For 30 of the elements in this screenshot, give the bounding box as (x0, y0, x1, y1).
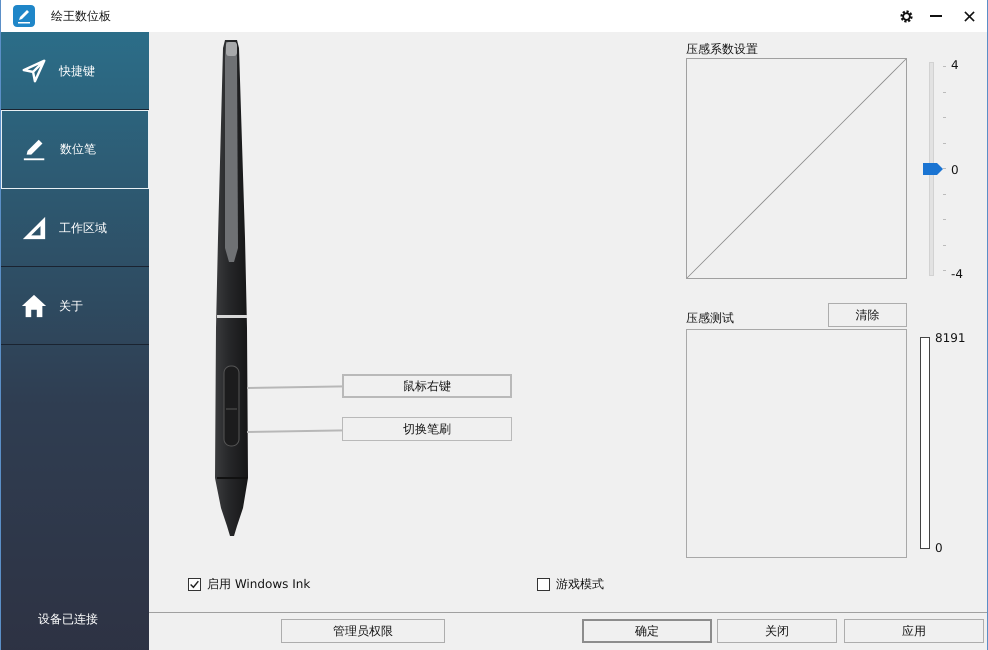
checkbox-label: 游戏模式 (556, 576, 604, 593)
sidebar-item[interactable]: 数位笔 (1, 110, 149, 189)
sidebar-item[interactable]: 工作区域 (1, 189, 149, 267)
dialog-button[interactable]: 关闭 (717, 619, 837, 643)
sidebar-item[interactable]: 快捷键 (1, 32, 149, 110)
scale-label: 0 (951, 162, 960, 176)
checkbox-label: 启用 Windows Ink (207, 576, 310, 593)
scale-label: -4 (951, 267, 963, 281)
window-title: 绘王数位板 (51, 8, 111, 24)
app-pen-icon (13, 5, 35, 27)
sidebar-item[interactable]: 关于 (1, 267, 149, 345)
dialog-button[interactable]: 管理员权限 (281, 619, 445, 643)
slider-thumb[interactable] (923, 163, 943, 175)
section-title: 压感测试 (686, 310, 734, 327)
checkbox[interactable] (188, 578, 201, 591)
scale-label: 4 (951, 58, 960, 72)
home-icon (21, 293, 47, 319)
checkbox[interactable] (537, 578, 550, 591)
scale-label: 0 (935, 541, 944, 555)
scale-label: 8191 (935, 331, 966, 345)
close-icon[interactable] (964, 10, 975, 22)
dialog-button[interactable]: 确定 (582, 619, 712, 643)
dialog-button[interactable]: 应用 (844, 619, 984, 643)
settings-icon[interactable] (899, 8, 914, 24)
pen-button-dropdown[interactable]: 切换笔刷 (342, 417, 512, 441)
paper-plane-icon (21, 58, 47, 84)
pen-button-dropdown[interactable]: 鼠标右键 (342, 374, 512, 398)
clear-button[interactable]: 清除 (828, 303, 907, 327)
connection-status: 设备已连接 (38, 611, 98, 628)
section-title: 压感系数设置 (686, 41, 759, 58)
